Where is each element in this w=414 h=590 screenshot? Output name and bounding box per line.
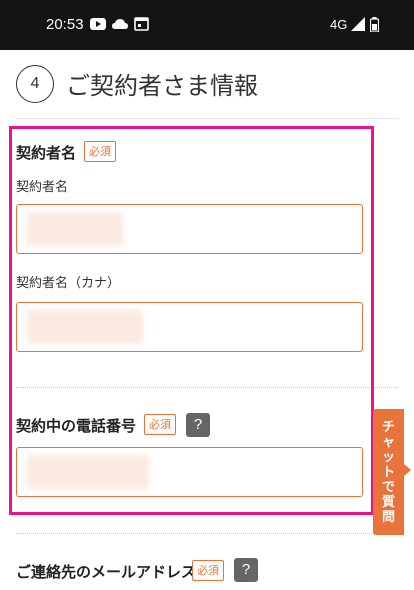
email-title: ご連絡先のメールアドレス (16, 563, 197, 581)
chat-tab-char: 質 (381, 494, 395, 510)
status-time: 20:53 (46, 16, 84, 33)
section-title: ご契約者さま情報 (66, 72, 258, 100)
calendar-icon (134, 17, 149, 31)
chat-tab-char: ト (381, 464, 395, 480)
battery-icon (370, 17, 379, 32)
section-divider (16, 533, 398, 534)
required-badge: 必須 (192, 560, 224, 581)
chat-tab-char: 問 (381, 509, 395, 525)
chat-tab-char: ャ (381, 434, 395, 450)
chat-tab-char: で (381, 479, 395, 495)
header-divider (16, 118, 398, 119)
chat-tab-char: チ (381, 419, 395, 435)
youtube-icon (90, 18, 106, 30)
chat-tab-char: ッ (381, 449, 395, 465)
cloud-icon (112, 19, 128, 29)
status-bar: 20:53 4G (0, 0, 414, 50)
chat-tab-arrow-icon (404, 464, 411, 476)
network-type: 4G (330, 17, 348, 32)
email-help-button[interactable]: ? (234, 558, 258, 582)
chat-question-tab[interactable]: チ ャ ッ ト で 質 問 (373, 409, 404, 535)
highlight-frame (9, 126, 374, 515)
step-number-circle: 4 (16, 65, 54, 103)
signal-icon (351, 17, 365, 31)
